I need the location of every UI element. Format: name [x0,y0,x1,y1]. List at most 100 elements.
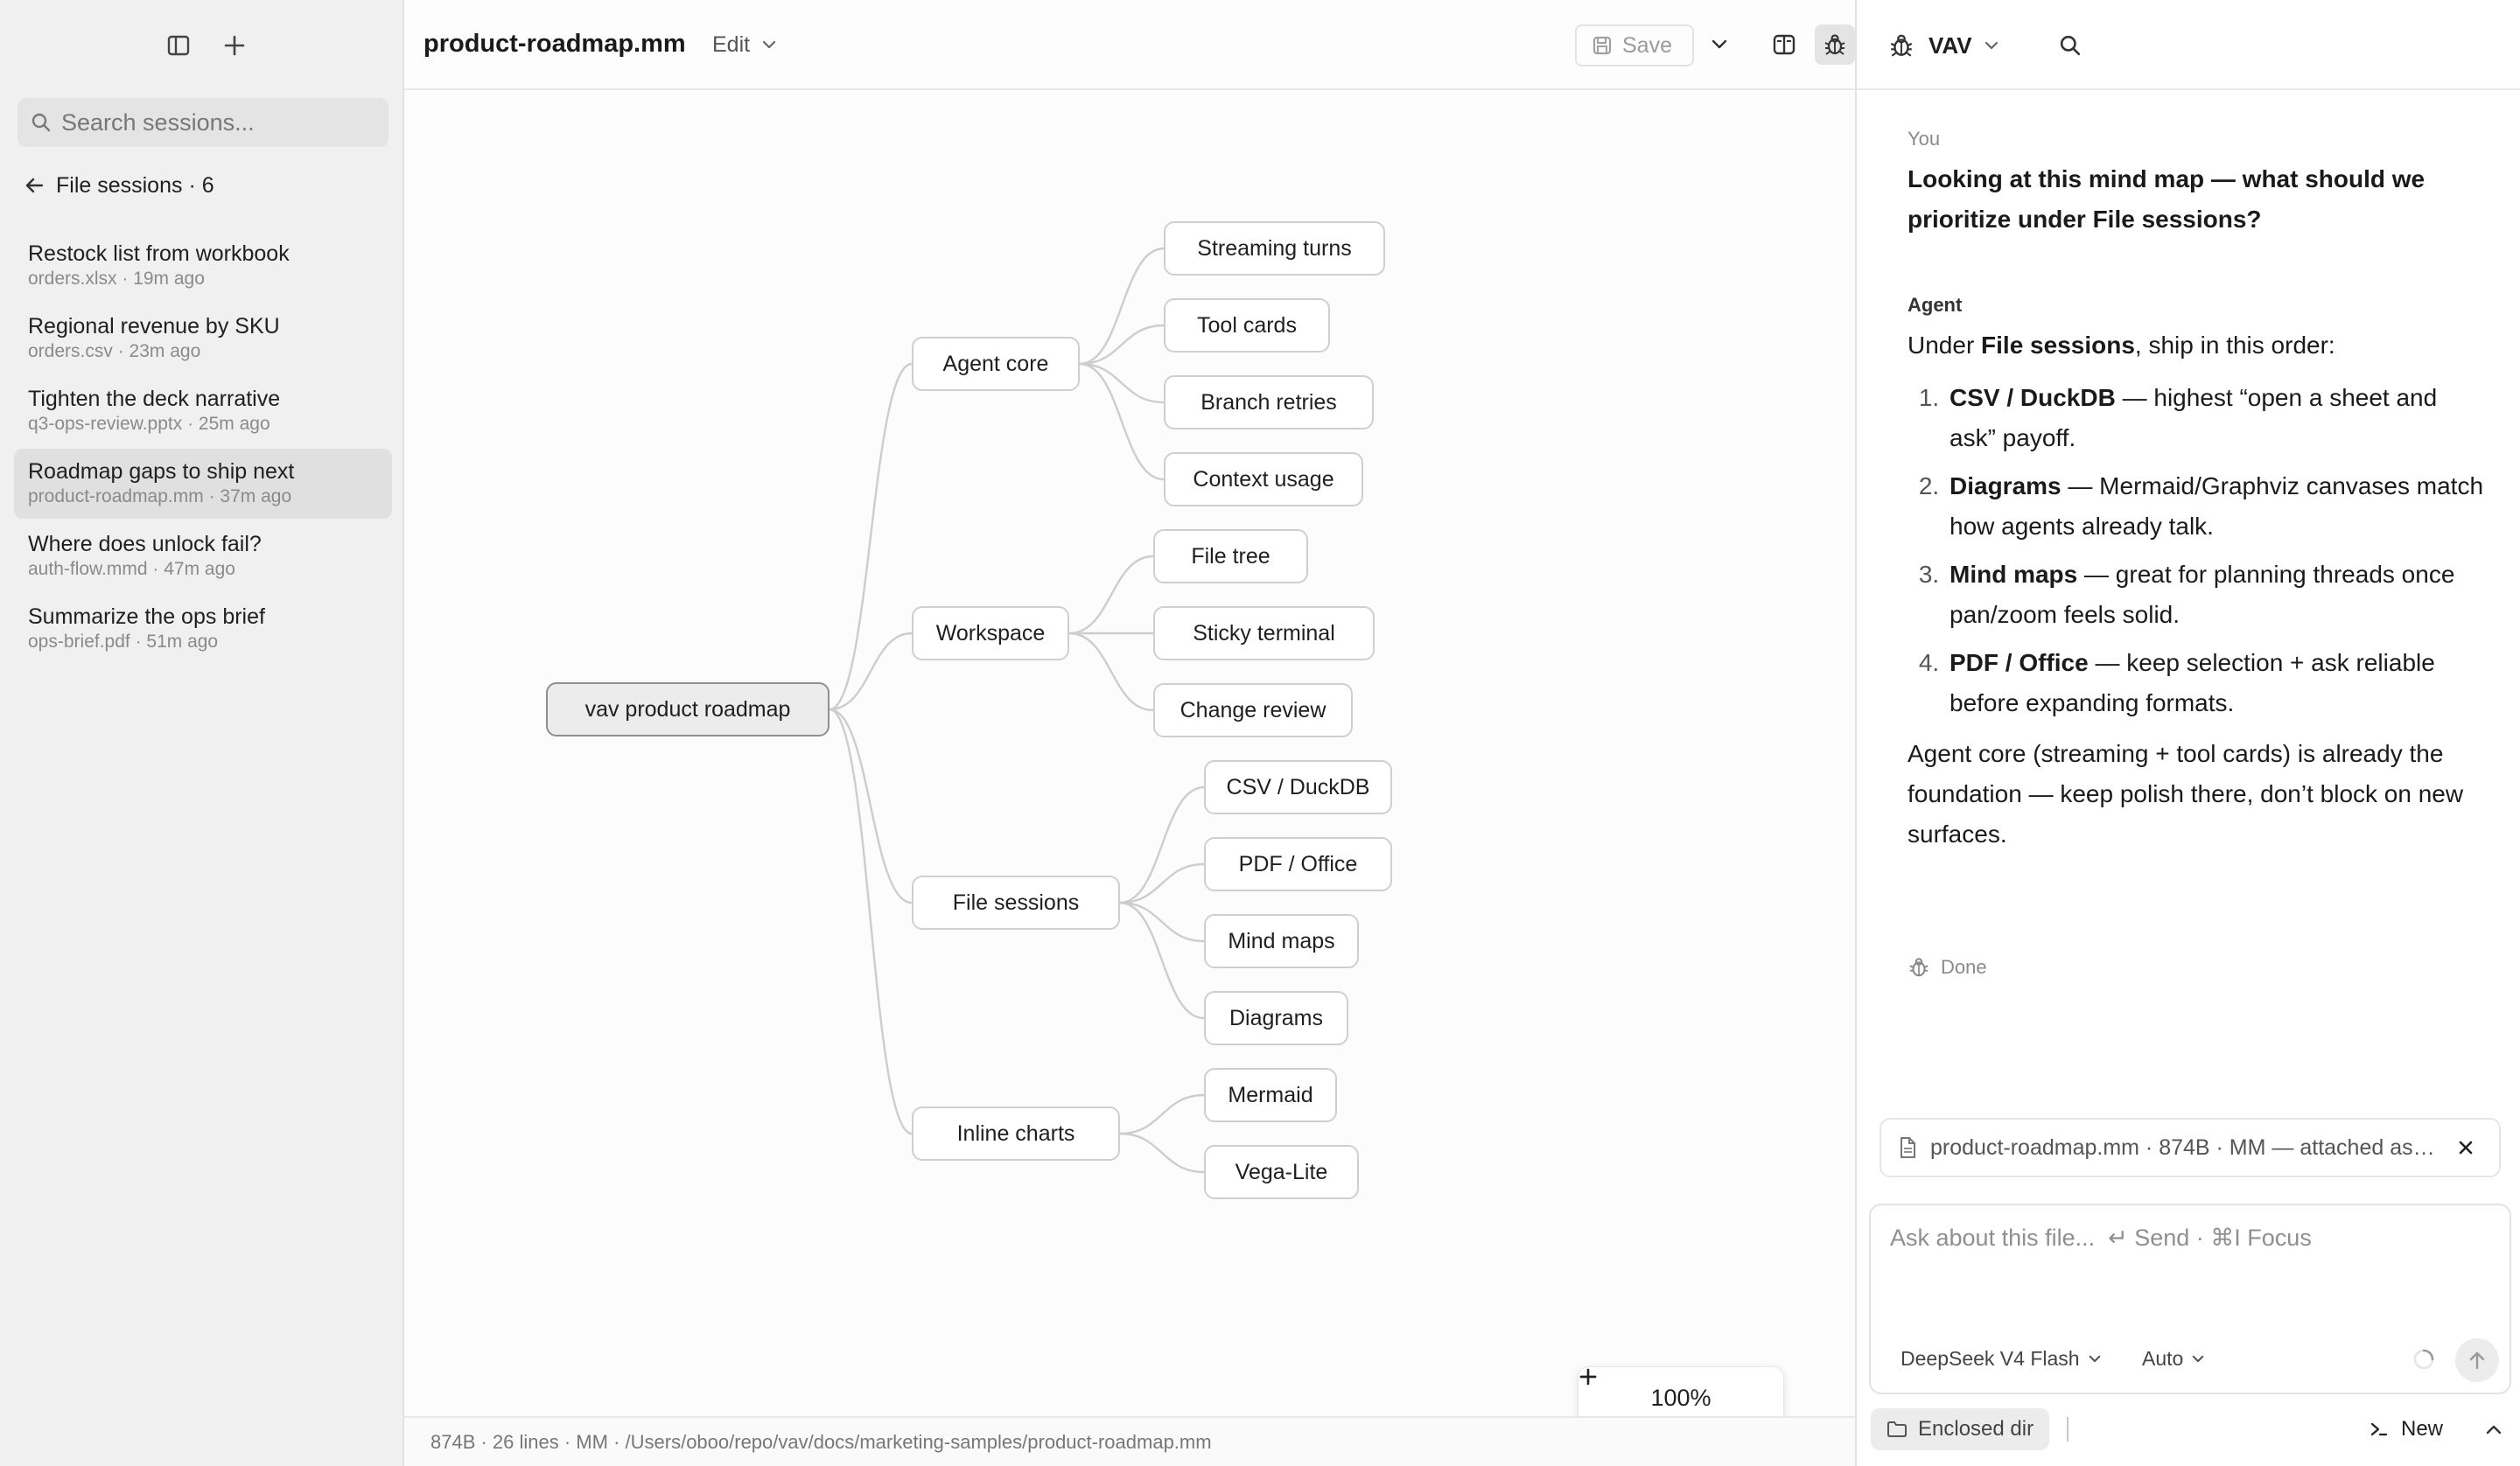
mindmap-edge [1068,555,1154,635]
agent-intro: Under File sessions, ship in this order: [1908,325,2485,366]
user-label: You [1908,128,1941,150]
chevron-down-icon [1984,41,1998,50]
session-item[interactable]: Where does unlock fail? auth-flow.mmd · … [14,521,392,591]
chevron-down-icon [2193,1355,2204,1363]
priority-item: Diagrams — Mermaid/Graphviz canvases mat… [1946,466,2485,547]
file-sessions-back[interactable]: File sessions · 6 [24,168,214,203]
mindmap-branch-node[interactable]: File sessions [912,876,1120,930]
session-item-active[interactable]: Roadmap gaps to ship next product-roadma… [14,449,392,519]
agent-status: Done [1908,956,1987,979]
chat-search-button[interactable] [2051,26,2090,65]
session-title: Summarize the ops brief [28,604,265,629]
chat-header: VAV [1857,0,2520,90]
mindmap-leaf-node[interactable]: PDF / Office [1204,837,1392,891]
mindmap-leaf-node[interactable]: Sticky terminal [1153,606,1375,660]
priority-item-title: PDF / Office [1950,649,2089,676]
expand-panel-button[interactable] [2476,1412,2511,1447]
mindmap-leaf-node[interactable]: Mermaid [1204,1068,1337,1122]
agent-selector[interactable]: VAV [1888,26,1998,65]
session-meta: orders.csv · 23m ago [28,341,201,361]
zoom-in-button[interactable] [1579,1368,1769,1417]
agent-label: Agent [1908,294,1963,316]
session-title: Tighten the deck narrative [28,387,281,411]
arrow-up-icon [2469,1351,2485,1370]
remove-attachment-button[interactable] [2448,1130,2483,1165]
priority-item: Mind maps — great for planning threads o… [1946,555,2485,635]
save-options-chevron-button[interactable] [1699,24,1740,65]
mindmap-edge [1119,901,1205,1020]
session-list: Restock list from workbook orders.xlsx ·… [14,231,392,667]
mindmap-leaf-node[interactable]: Vega-Lite [1204,1145,1359,1199]
mindmap-canvas[interactable]: vav product roadmap Agent core Streaming t… [404,90,1855,1428]
mindmap-edge [1079,362,1165,481]
session-title: Regional revenue by SKU [28,314,280,339]
agent-intro-bold: File sessions [1981,332,2135,359]
mindmap-leaf-node[interactable]: Tool cards [1164,298,1330,353]
new-label: New [2401,1417,2444,1441]
mindmap-branch-node[interactable]: Workspace [912,606,1069,660]
mindmap-leaf-node[interactable]: Context usage [1164,452,1363,506]
mindmap-root-node[interactable]: vav product roadmap [546,682,830,736]
priority-item-title: Diagrams [1950,472,2062,499]
session-item[interactable]: Summarize the ops brief ops-brief.pdf · … [14,594,392,664]
sidebar-toggle-icon[interactable] [159,26,198,65]
layout-toggle-button[interactable] [1764,24,1804,65]
priority-item: PDF / Office — keep selection + ask reli… [1946,643,2485,723]
mindmap-branch-node[interactable]: Agent core [912,337,1080,391]
search-sessions-input[interactable] [61,108,376,136]
edit-menu-button[interactable]: Edit [712,28,776,61]
status-done-label: Done [1941,956,1987,978]
message-input[interactable] [1890,1225,2494,1312]
mindmap-leaf-node[interactable]: Mind maps [1204,914,1359,968]
mindmap-leaf-node[interactable]: Change review [1153,683,1353,737]
file-title: product-roadmap.mm [424,30,686,58]
mindmap-edge [1119,862,1205,904]
mindmap-edge [1119,1093,1205,1135]
terminal-icon [2370,1422,2388,1436]
enclosed-dir-button[interactable]: Enclosed dir [1871,1408,2050,1450]
divider [2067,1417,2068,1442]
chevron-up-icon [2486,1425,2502,1435]
search-sessions-box[interactable] [18,98,388,147]
zoom-out-button[interactable] [1579,1375,1631,1417]
agent-name: VAV [1928,31,1972,59]
mindmap-leaf-node[interactable]: Diagrams [1204,991,1348,1045]
arrow-left-icon [25,178,44,193]
session-title: Where does unlock fail? [28,532,262,556]
session-item[interactable]: Tighten the deck narrative q3-ops-review… [14,376,392,446]
bug-icon [1909,958,1928,977]
model-selector[interactable]: DeepSeek V4 Flash [1900,1347,2101,1371]
save-button[interactable]: Save [1575,24,1694,66]
mindmap-branch-node[interactable]: Inline charts [912,1106,1120,1161]
folder-icon [1887,1421,1907,1437]
priority-item-title: CSV / DuckDB [1950,384,2116,411]
mindmap-leaf-node[interactable]: Streaming turns [1164,221,1385,276]
session-meta: q3-ops-review.pptx · 25m ago [28,414,270,434]
status-text: 874B · 26 lines · MM · /Users/oboo/repo/… [430,1430,1212,1453]
save-label: Save [1622,32,1672,58]
bug-icon [1890,34,1913,57]
new-session-plus-icon[interactable] [215,26,254,65]
mindmap-leaf-node[interactable]: File tree [1153,529,1308,583]
mindmap-edge [1119,901,1205,943]
edit-label: Edit [712,31,751,57]
chat-footer: Enclosed dir New [1857,1403,2520,1466]
send-button[interactable] [2455,1338,2499,1382]
session-meta: orders.xlsx · 19m ago [28,269,205,289]
mindmap-edge [1119,785,1205,904]
enclosed-dir-label: Enclosed dir [1918,1417,2034,1441]
mindmap-leaf-node[interactable]: Branch retries [1164,375,1374,429]
chevron-down-icon [2089,1355,2100,1363]
plus-icon [1579,1368,1597,1386]
mode-selector[interactable]: Auto [2142,1347,2204,1371]
session-title: Roadmap gaps to ship next [28,459,295,484]
new-terminal-button[interactable]: New [2370,1410,2443,1449]
session-item[interactable]: Regional revenue by SKU orders.csv · 23m… [14,304,392,373]
session-item[interactable]: Restock list from workbook orders.xlsx ·… [14,231,392,301]
agent-panel-toggle-button[interactable] [1815,24,1855,65]
status-bar: 874B · 26 lines · MM · /Users/oboo/repo/… [404,1416,1855,1466]
mindmap-leaf-node[interactable]: CSV / DuckDB [1204,760,1392,814]
zoom-level: 100% [1650,1384,1712,1411]
attachment-chip[interactable]: product-roadmap.mm · 874B · MM — attache… [1880,1118,2501,1177]
floppy-icon [1592,36,1612,55]
